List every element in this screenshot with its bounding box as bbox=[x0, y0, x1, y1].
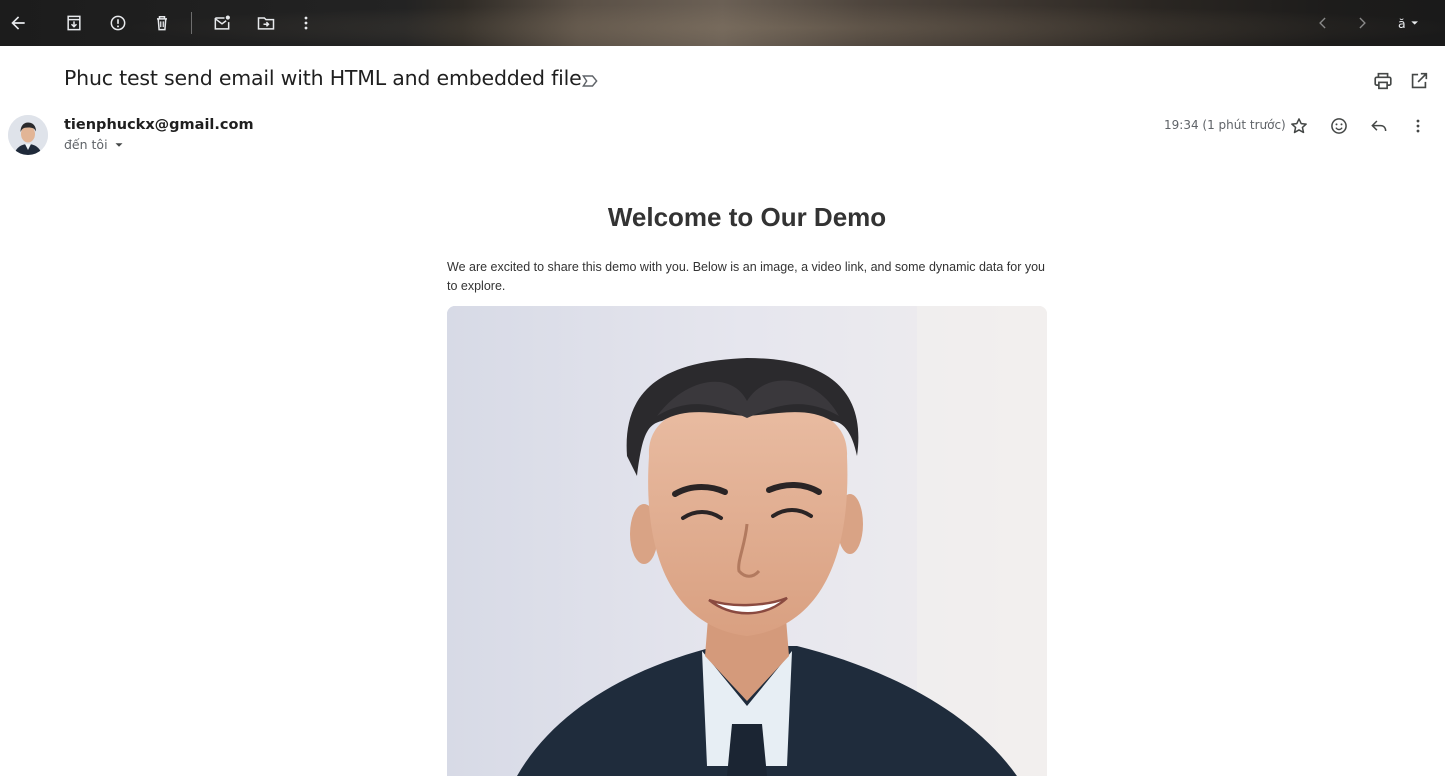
embedded-portrait-image bbox=[447, 306, 1047, 776]
report-spam-button[interactable] bbox=[102, 7, 134, 39]
back-button[interactable] bbox=[2, 7, 34, 39]
add-reaction-button[interactable] bbox=[1327, 114, 1351, 138]
open-new-window-icon bbox=[1411, 72, 1428, 89]
newer-chevron-icon bbox=[1319, 17, 1326, 29]
archive-button[interactable] bbox=[58, 7, 90, 39]
email-subject: Phuc test send email with HTML and embed… bbox=[64, 66, 582, 90]
report-spam-icon bbox=[110, 15, 126, 31]
more-vert-icon bbox=[304, 16, 308, 30]
older-button[interactable] bbox=[1346, 7, 1378, 39]
sender-avatar[interactable] bbox=[8, 115, 48, 155]
avatar-photo bbox=[8, 115, 48, 155]
print-icon bbox=[1374, 72, 1392, 90]
older-chevron-icon bbox=[1359, 17, 1366, 29]
portrait-photo bbox=[447, 306, 1047, 776]
label-important-icon[interactable] bbox=[580, 71, 600, 91]
reply-icon bbox=[1371, 120, 1387, 132]
svg-text:ă: ă bbox=[1398, 16, 1406, 31]
move-to-icon bbox=[257, 17, 275, 30]
open-new-window-button[interactable] bbox=[1408, 70, 1430, 92]
archive-icon bbox=[67, 15, 81, 31]
recipient-details[interactable]: đến tôi bbox=[64, 137, 126, 152]
reply-button[interactable] bbox=[1367, 114, 1391, 138]
mark-unread-button[interactable] bbox=[206, 7, 238, 39]
email-intro-text: We are excited to share this demo with y… bbox=[447, 260, 1045, 293]
recipient-label: đến tôi bbox=[64, 137, 108, 152]
input-tools-icon: ă bbox=[1398, 16, 1418, 31]
print-all-button[interactable] bbox=[1372, 70, 1394, 92]
message-timestamp: 19:34 (1 phút trước) bbox=[1164, 118, 1286, 132]
star-button[interactable] bbox=[1287, 114, 1311, 138]
newer-button[interactable] bbox=[1307, 7, 1339, 39]
back-arrow-icon bbox=[11, 16, 25, 30]
toolbar-divider bbox=[191, 12, 192, 34]
move-to-button[interactable] bbox=[250, 7, 282, 39]
mark-unread-icon bbox=[214, 15, 230, 30]
emoji-reaction-icon bbox=[1331, 118, 1347, 134]
more-actions-button[interactable] bbox=[290, 7, 322, 39]
star-icon bbox=[1291, 118, 1307, 134]
message-more-button[interactable] bbox=[1406, 114, 1430, 138]
email-heading: Welcome to Our Demo bbox=[607, 202, 887, 232]
dropdown-arrow-icon bbox=[115, 142, 123, 147]
more-vert-icon bbox=[1416, 119, 1420, 133]
delete-button[interactable] bbox=[146, 7, 178, 39]
top-toolbar: ă bbox=[0, 0, 1445, 46]
sender-email[interactable]: tienphuckx@gmail.com bbox=[64, 117, 254, 133]
input-tools-button[interactable]: ă bbox=[1388, 7, 1428, 39]
delete-icon bbox=[157, 16, 167, 31]
